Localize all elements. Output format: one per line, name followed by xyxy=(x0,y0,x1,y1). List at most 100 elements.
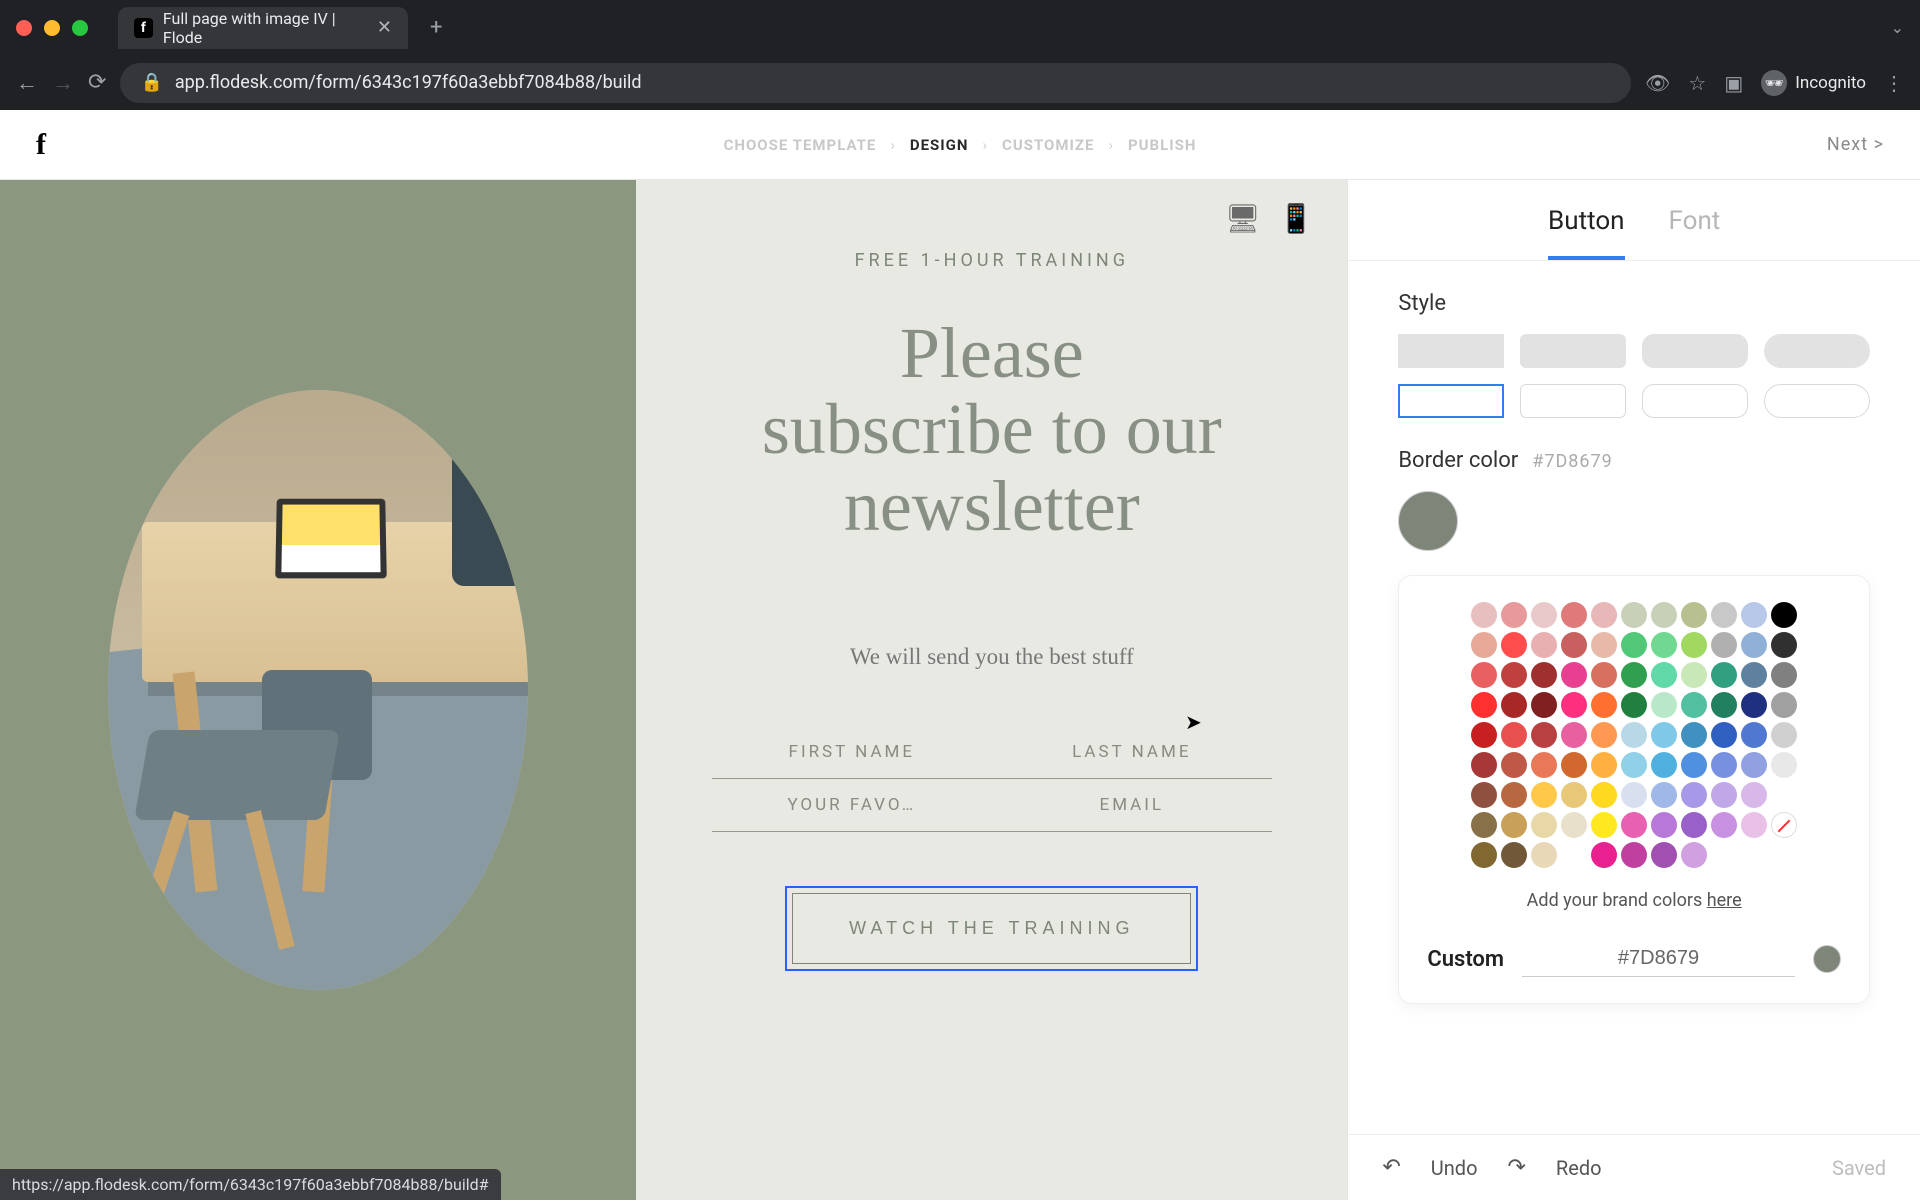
favorite-field[interactable]: YOUR FAVO… xyxy=(712,779,992,831)
style-filled-rounded-sm[interactable] xyxy=(1520,334,1626,368)
step-choose-template[interactable]: CHOOSE TEMPLATE xyxy=(724,136,877,154)
palette-swatch[interactable] xyxy=(1681,842,1707,868)
step-publish[interactable]: PUBLISH xyxy=(1128,136,1196,154)
next-button[interactable]: Next > xyxy=(1827,134,1884,155)
palette-swatch[interactable] xyxy=(1501,812,1527,838)
minimize-window-icon[interactable] xyxy=(44,20,60,36)
palette-swatch[interactable] xyxy=(1651,662,1677,688)
palette-swatch[interactable] xyxy=(1591,812,1617,838)
palette-swatch[interactable] xyxy=(1471,662,1497,688)
bookmark-icon[interactable]: ☆ xyxy=(1688,71,1706,95)
palette-swatch[interactable] xyxy=(1591,842,1617,868)
palette-swatch[interactable] xyxy=(1771,752,1797,778)
custom-color-swatch[interactable] xyxy=(1813,945,1841,973)
palette-swatch[interactable] xyxy=(1471,632,1497,658)
palette-swatch[interactable] xyxy=(1771,692,1797,718)
reload-button[interactable]: ⟳ xyxy=(88,70,106,95)
palette-swatch[interactable] xyxy=(1531,842,1557,868)
hero-image[interactable] xyxy=(108,390,528,990)
palette-swatch[interactable] xyxy=(1501,692,1527,718)
palette-swatch[interactable] xyxy=(1621,602,1647,628)
palette-swatch[interactable] xyxy=(1621,782,1647,808)
close-window-icon[interactable] xyxy=(16,20,32,36)
kebab-menu-icon[interactable]: ⋮ xyxy=(1884,71,1904,95)
palette-swatch[interactable] xyxy=(1561,692,1587,718)
palette-swatch[interactable] xyxy=(1501,782,1527,808)
tabs-dropdown-icon[interactable]: ⌄ xyxy=(1891,18,1904,37)
palette-swatch[interactable] xyxy=(1561,842,1587,868)
palette-swatch[interactable] xyxy=(1501,722,1527,748)
incognito-badge[interactable]: 🕶 Incognito xyxy=(1761,70,1866,96)
palette-swatch[interactable] xyxy=(1741,662,1767,688)
palette-swatch[interactable] xyxy=(1561,662,1587,688)
palette-swatch[interactable] xyxy=(1531,782,1557,808)
style-filled-rounded[interactable] xyxy=(1642,334,1748,368)
palette-swatch[interactable] xyxy=(1621,812,1647,838)
palette-swatch[interactable] xyxy=(1531,602,1557,628)
palette-swatch[interactable] xyxy=(1771,812,1797,838)
cta-button[interactable]: WATCH THE TRAINING xyxy=(792,893,1191,964)
palette-swatch[interactable] xyxy=(1741,692,1767,718)
back-button[interactable]: ← xyxy=(16,70,38,96)
window-controls[interactable] xyxy=(16,20,88,36)
palette-swatch[interactable] xyxy=(1471,602,1497,628)
palette-swatch[interactable] xyxy=(1711,812,1737,838)
palette-swatch[interactable] xyxy=(1651,692,1677,718)
logo-icon[interactable]: f xyxy=(36,128,46,162)
desktop-preview-icon[interactable]: 🖥 xyxy=(1225,202,1261,235)
palette-swatch[interactable] xyxy=(1531,692,1557,718)
palette-swatch[interactable] xyxy=(1531,752,1557,778)
palette-swatch[interactable] xyxy=(1501,632,1527,658)
style-outline-square[interactable] xyxy=(1398,384,1504,418)
palette-swatch[interactable] xyxy=(1711,722,1737,748)
custom-hex-input[interactable] xyxy=(1522,941,1795,977)
palette-swatch[interactable] xyxy=(1771,632,1797,658)
palette-swatch[interactable] xyxy=(1711,662,1737,688)
palette-swatch[interactable] xyxy=(1591,752,1617,778)
palette-swatch[interactable] xyxy=(1591,632,1617,658)
palette-swatch[interactable] xyxy=(1681,752,1707,778)
palette-swatch[interactable] xyxy=(1711,752,1737,778)
tab-font[interactable]: Font xyxy=(1669,206,1721,260)
palette-swatch[interactable] xyxy=(1561,722,1587,748)
palette-swatch[interactable] xyxy=(1711,782,1737,808)
palette-swatch[interactable] xyxy=(1651,602,1677,628)
palette-swatch[interactable] xyxy=(1711,602,1737,628)
palette-swatch[interactable] xyxy=(1681,602,1707,628)
palette-swatch[interactable] xyxy=(1471,842,1497,868)
style-outline-pill[interactable] xyxy=(1764,384,1870,418)
palette-swatch[interactable] xyxy=(1621,722,1647,748)
palette-swatch[interactable] xyxy=(1471,752,1497,778)
style-outline-rounded-sm[interactable] xyxy=(1520,384,1626,418)
palette-swatch[interactable] xyxy=(1501,602,1527,628)
palette-swatch[interactable] xyxy=(1531,812,1557,838)
palette-swatch[interactable] xyxy=(1711,632,1737,658)
palette-swatch[interactable] xyxy=(1471,722,1497,748)
palette-swatch[interactable] xyxy=(1651,752,1677,778)
undo-button[interactable]: Undo xyxy=(1431,1156,1478,1180)
palette-swatch[interactable] xyxy=(1621,662,1647,688)
style-filled-pill[interactable] xyxy=(1764,334,1870,368)
palette-swatch[interactable] xyxy=(1651,842,1677,868)
palette-swatch[interactable] xyxy=(1531,632,1557,658)
tab-button[interactable]: Button xyxy=(1548,206,1624,260)
step-customize[interactable]: CUSTOMIZE xyxy=(1002,136,1094,154)
palette-swatch[interactable] xyxy=(1501,842,1527,868)
palette-swatch[interactable] xyxy=(1531,722,1557,748)
style-filled-square[interactable] xyxy=(1398,334,1504,368)
eyebrow-text[interactable]: FREE 1-HOUR TRAINING xyxy=(855,250,1129,271)
mobile-preview-icon[interactable]: 📱 xyxy=(1278,202,1313,235)
palette-swatch[interactable] xyxy=(1561,602,1587,628)
palette-swatch[interactable] xyxy=(1561,812,1587,838)
palette-swatch[interactable] xyxy=(1561,752,1587,778)
palette-swatch[interactable] xyxy=(1591,722,1617,748)
style-outline-rounded[interactable] xyxy=(1642,384,1748,418)
palette-swatch[interactable] xyxy=(1741,602,1767,628)
palette-swatch[interactable] xyxy=(1681,812,1707,838)
border-color-swatch[interactable] xyxy=(1398,491,1458,551)
palette-swatch[interactable] xyxy=(1651,722,1677,748)
palette-swatch[interactable] xyxy=(1771,722,1797,748)
undo-icon[interactable]: ↶ xyxy=(1382,1155,1400,1180)
step-design[interactable]: DESIGN xyxy=(910,136,969,154)
subtext[interactable]: We will send you the best stuff xyxy=(850,644,1134,670)
